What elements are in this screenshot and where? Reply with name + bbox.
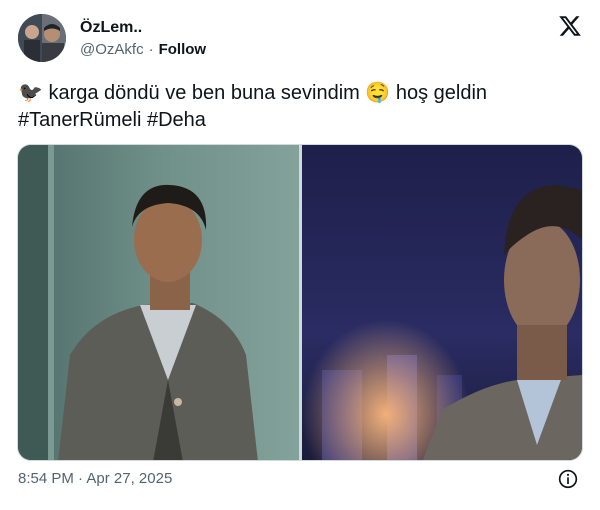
author-handle-row: @OzAkfc · Follow	[80, 41, 206, 58]
handle-separator: ·	[148, 41, 154, 58]
hashtag-deha[interactable]: #Deha	[147, 109, 206, 131]
tweet-time: 8:54 PM	[18, 470, 74, 487]
tweet-date: Apr 27, 2025	[86, 470, 173, 487]
tweet-media	[17, 144, 583, 461]
tweet-body-end: hoş geldin	[390, 82, 488, 104]
author-display-name[interactable]: ÖzLem..	[80, 19, 142, 37]
avatar[interactable]	[18, 14, 66, 62]
drooling-face-emoji: 🤤	[365, 82, 391, 104]
tweet-text: 🐦‍⬛ karga döndü ve ben buna sevindim 🤤 h…	[18, 80, 578, 134]
timestamp-separator: ·	[78, 470, 84, 487]
crow-emoji: 🐦‍⬛	[18, 82, 43, 104]
hashtag-tanerrumeli[interactable]: #TanerRümeli	[18, 109, 141, 131]
tweet-timestamp[interactable]: 8:54 PM · Apr 27, 2025	[18, 470, 172, 487]
x-logo-icon[interactable]	[558, 14, 582, 38]
left-photo[interactable]	[18, 145, 299, 460]
follow-button[interactable]: Follow	[159, 41, 207, 58]
author-handle[interactable]: @OzAkfc	[80, 41, 144, 58]
avatar-image	[18, 14, 66, 62]
info-icon[interactable]	[558, 469, 578, 489]
right-photo[interactable]	[302, 145, 582, 460]
tweet-body: karga döndü ve ben buna sevindim	[42, 82, 366, 104]
